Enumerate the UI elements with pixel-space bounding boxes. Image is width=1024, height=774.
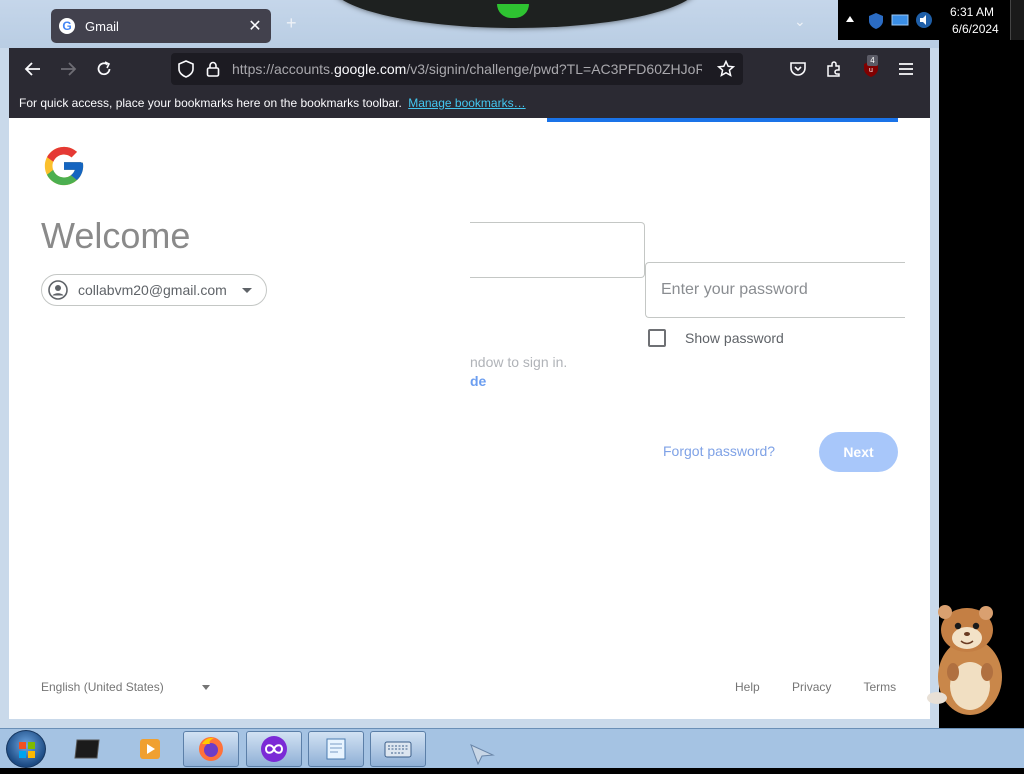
google-favicon-icon: G (59, 18, 75, 34)
back-arrow-icon (24, 62, 40, 76)
url-text[interactable]: https://accounts.google.com/v3/signin/ch… (232, 61, 702, 77)
firefox-icon (199, 737, 223, 761)
transitioning-link: de (470, 373, 487, 389)
privacy-link[interactable]: Privacy (792, 680, 831, 694)
bookmark-star-button[interactable] (715, 58, 737, 80)
password-input[interactable] (646, 263, 886, 317)
infinity-app-icon (261, 736, 287, 762)
reload-button[interactable] (93, 58, 115, 80)
tab-close-icon[interactable]: ✕ (247, 16, 263, 36)
extension-badge-count: 4 (867, 55, 878, 66)
account-circle-icon (48, 280, 68, 300)
bookmarks-hint-text: For quick access, place your bookmarks h… (19, 96, 402, 110)
show-password-toggle[interactable]: Show password (648, 329, 784, 347)
network-icon[interactable] (891, 13, 909, 27)
language-selector[interactable]: English (United States) (41, 680, 210, 694)
google-logo-icon (44, 146, 84, 186)
tab-title: Gmail (85, 18, 119, 34)
list-all-tabs-icon[interactable]: ⌄ (794, 13, 806, 30)
back-button[interactable] (22, 58, 44, 80)
tab-gmail[interactable]: G Gmail ✕ (51, 9, 271, 43)
taskbar-notepad[interactable] (308, 731, 364, 767)
footer-links: Help Privacy Terms (735, 680, 925, 694)
notepad-icon (326, 738, 346, 760)
forward-button[interactable] (57, 58, 79, 80)
page-title: Welcome (41, 215, 191, 256)
clock-date[interactable]: 6/6/2024 (952, 22, 999, 36)
clock-time[interactable]: 6:31 AM (950, 5, 994, 19)
new-tab-icon[interactable]: + (286, 13, 297, 34)
terms-link[interactable]: Terms (864, 680, 897, 694)
show-hidden-icons-icon[interactable] (846, 16, 854, 22)
star-icon (717, 60, 735, 77)
account-email: collabvm20@gmail.com (78, 282, 227, 298)
mouse-pointer-icon (470, 744, 495, 765)
volume-icon[interactable] (915, 11, 933, 29)
shield-icon (178, 60, 194, 78)
forward-arrow-icon (61, 62, 77, 76)
show-password-checkbox[interactable] (648, 329, 666, 347)
svg-text:u: u (869, 67, 873, 74)
show-desktop-button[interactable] (1010, 0, 1024, 40)
transitioning-hint-text: ndow to sign in. (470, 354, 568, 370)
padlock-icon (206, 61, 220, 77)
taskbar-app-purple[interactable] (246, 731, 302, 767)
lock-icon[interactable] (202, 58, 224, 80)
manage-bookmarks-link[interactable]: Manage bookmarks… (408, 96, 525, 110)
nav-toolbar: https://accounts.google.com/v3/signin/ch… (9, 48, 930, 90)
password-field[interactable] (645, 262, 905, 318)
title-bar: G Gmail ✕ + ⌄ (0, 0, 939, 48)
transitioning-email-field (470, 222, 645, 278)
keyboard-icon (384, 741, 412, 758)
google-signin-page: Welcome collabvm20@gmail.com ndow to sig… (9, 118, 930, 719)
windows-logo-icon (19, 742, 35, 758)
media-player-icon (140, 739, 160, 759)
start-button[interactable] (6, 730, 46, 768)
chevron-down-icon (201, 684, 210, 690)
taskbar-firefox[interactable] (183, 731, 239, 767)
url-path: /v3/signin/challenge/pwd?TL=AC3PFD60ZHJo… (406, 61, 702, 77)
menu-button[interactable] (895, 58, 917, 80)
loading-progress-bar (547, 118, 898, 122)
forgot-password-link[interactable]: Forgot password? (663, 443, 775, 459)
taskbar-media-player[interactable] (122, 731, 178, 767)
help-link[interactable]: Help (735, 680, 760, 694)
browser-window: G Gmail ✕ + ⌄ https://accounts.google.co… (0, 0, 939, 728)
url-prefix: https://accounts. (232, 61, 334, 77)
terminal-icon (74, 739, 100, 759)
pocket-button[interactable] (787, 58, 809, 80)
show-password-label: Show password (685, 330, 784, 346)
account-chooser-chip[interactable]: collabvm20@gmail.com (41, 274, 267, 306)
desktop-hamster-assistant[interactable] (925, 602, 1017, 720)
system-tray: 6:31 AM 6/6/2024 (838, 0, 1024, 40)
bookmarks-toolbar: For quick access, place your bookmarks h… (9, 90, 930, 118)
security-shield-icon[interactable] (868, 12, 884, 30)
pocket-icon (790, 62, 806, 76)
tracking-protection-shield-icon[interactable] (175, 58, 197, 80)
chevron-down-icon (242, 287, 252, 293)
next-button[interactable]: Next (819, 432, 898, 472)
puzzle-piece-icon (827, 61, 840, 77)
url-domain: google.com (333, 61, 407, 77)
hamburger-menu-icon (899, 63, 913, 75)
taskbar-on-screen-keyboard[interactable] (370, 731, 426, 767)
taskbar-command-prompt[interactable] (60, 731, 116, 767)
taskbar (0, 728, 1024, 768)
reload-icon (97, 61, 111, 76)
extensions-button[interactable] (823, 58, 845, 80)
address-bar[interactable]: https://accounts.google.com/v3/signin/ch… (171, 53, 743, 85)
language-label: English (United States) (41, 680, 164, 694)
